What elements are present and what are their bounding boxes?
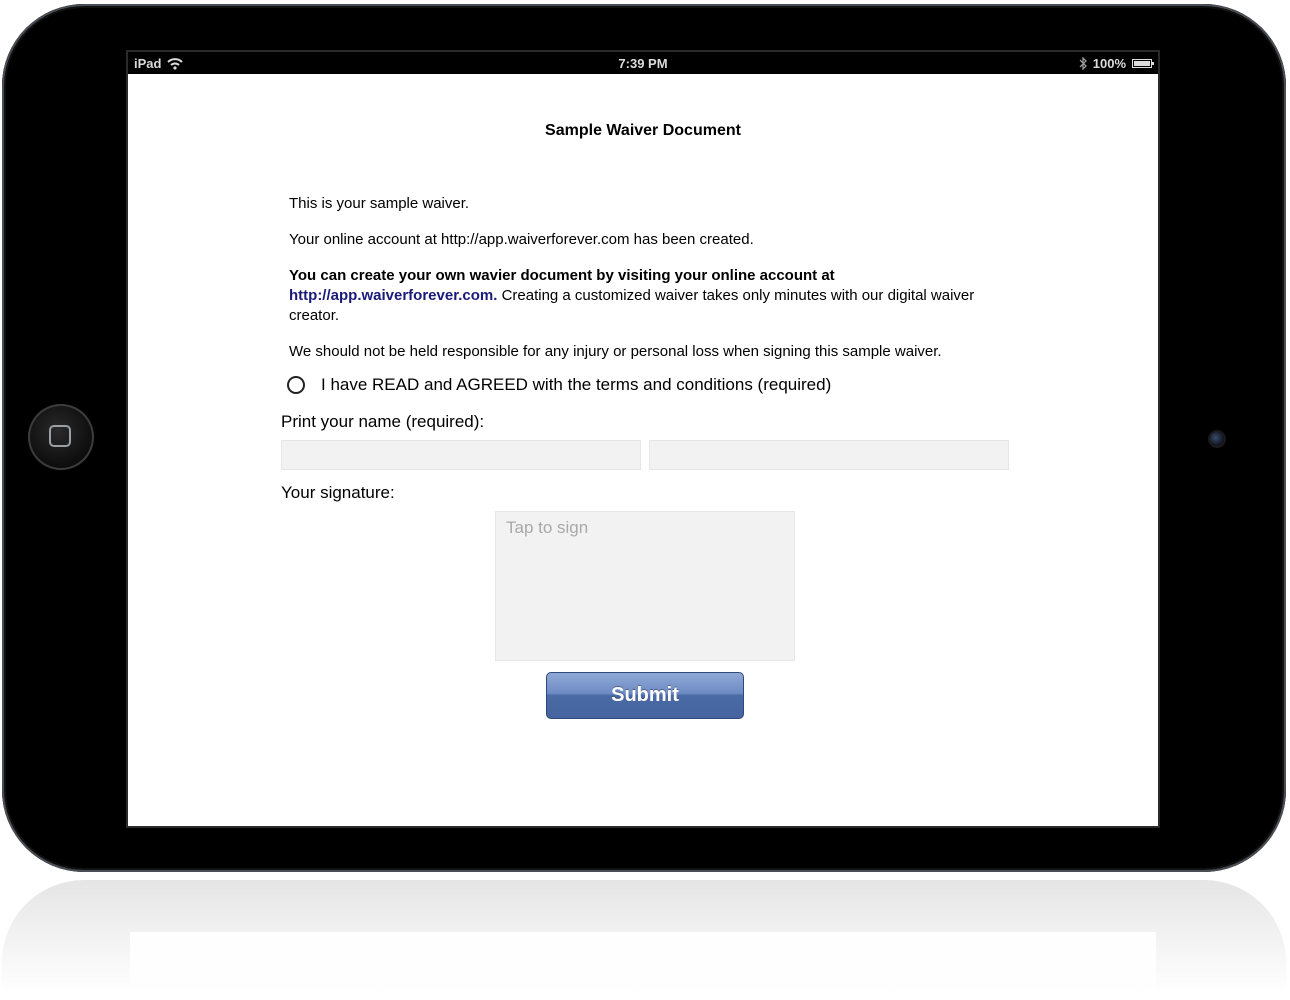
account-link[interactable]: http://app.waiverforever.com.	[289, 287, 497, 304]
agree-checkbox-row[interactable]: I have READ and AGREED with the terms an…	[287, 375, 831, 395]
paragraph-intro: This is your sample waiver.	[289, 195, 470, 212]
status-bar: iPad 7:39 PM 100%	[128, 52, 1158, 74]
ipad-device: iPad 7:39 PM 100% Sample Waiver Document…	[2, 4, 1286, 872]
agree-label: I have READ and AGREED with the terms an…	[321, 375, 832, 394]
last-name-field[interactable]	[649, 440, 1009, 470]
signature-placeholder: Tap to sign	[506, 518, 589, 537]
camera-icon	[1210, 432, 1224, 446]
signature-pad[interactable]: Tap to sign	[495, 511, 795, 661]
submit-button[interactable]: Submit	[546, 672, 744, 719]
screen-reflection	[130, 932, 1156, 1000]
waiver-text: This is your sample waiver. Your online …	[289, 194, 999, 378]
paragraph-create: You can create your own wavier document …	[289, 266, 999, 326]
name-label: Print your name (required):	[281, 412, 485, 431]
status-time: 7:39 PM	[618, 56, 668, 71]
page-title: Sample Waiver Document	[545, 122, 741, 139]
home-button[interactable]	[28, 404, 94, 470]
waiver-page: Sample Waiver Document This is your samp…	[128, 74, 1158, 826]
battery-fill	[1134, 61, 1150, 66]
device-reflection	[2, 880, 1286, 1000]
home-square-icon	[49, 425, 71, 447]
bluetooth-icon	[1079, 57, 1087, 70]
signature-label: Your signature:	[281, 483, 395, 502]
paragraph-account: Your online account at http://app.waiver…	[289, 231, 754, 248]
paragraph-liability: We should not be held responsible for an…	[289, 343, 942, 360]
first-name-field[interactable]	[281, 440, 641, 470]
agree-radio[interactable]	[287, 376, 305, 394]
battery-icon	[1132, 59, 1154, 68]
battery-percent: 100%	[1092, 56, 1126, 71]
create-instruction-bold: You can create your own wavier document …	[289, 267, 835, 284]
status-right: 100%	[1079, 56, 1154, 71]
ipad-screen: iPad 7:39 PM 100% Sample Waiver Document…	[128, 52, 1158, 826]
